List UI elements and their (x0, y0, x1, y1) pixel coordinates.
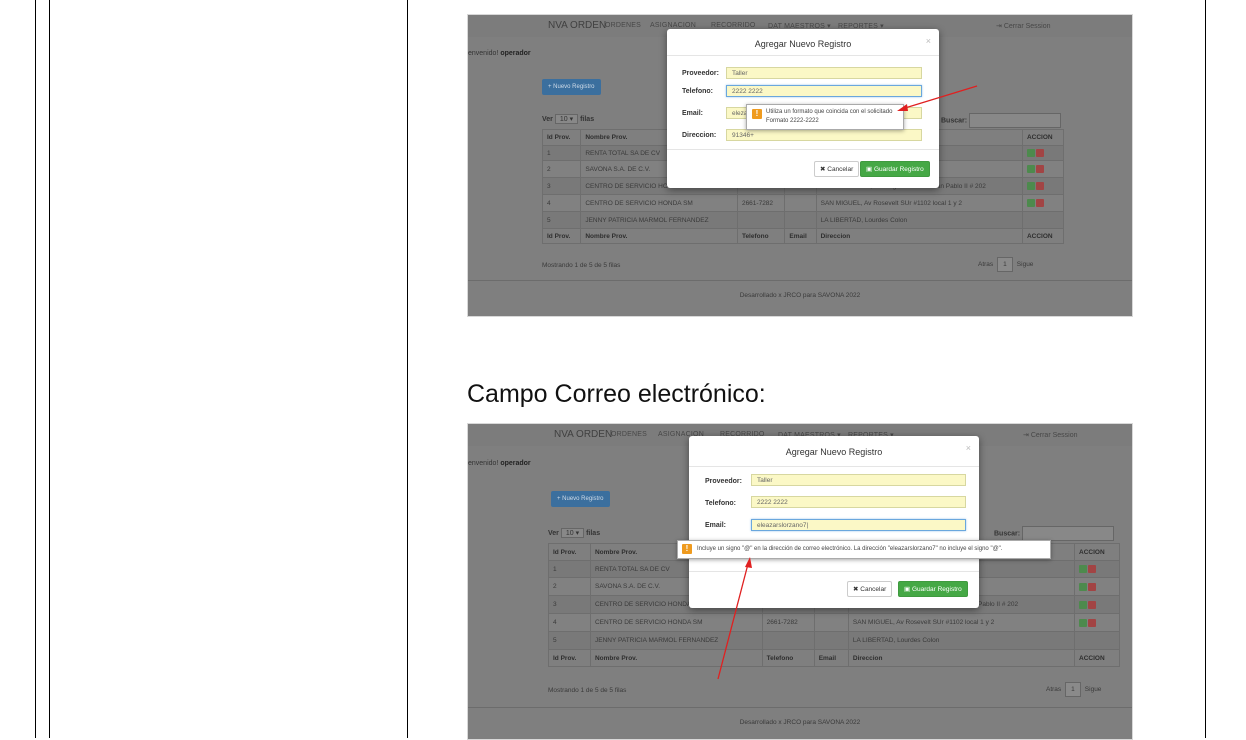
screenshot-telefono-validation: NVA ORDEN ORDENES ASIGNACION RECORRIDO D… (467, 14, 1133, 317)
table-column-divider (407, 0, 408, 738)
annotation-arrow (897, 85, 978, 111)
annotation-arrow (717, 557, 752, 680)
section-caption: Campo Correo electrónico: (467, 380, 766, 408)
screenshot-email-validation: NVA ORDEN ORDENES ASIGNACION RECORRIDO D… (467, 423, 1133, 740)
table-column-divider (49, 0, 50, 738)
